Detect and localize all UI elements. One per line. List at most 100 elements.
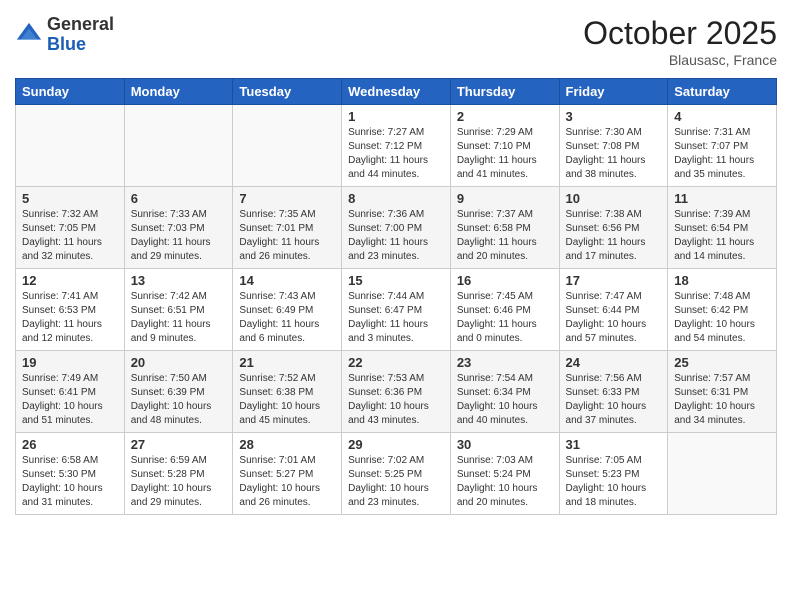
day-number: 4	[674, 109, 770, 124]
day-number: 3	[566, 109, 662, 124]
weekday-header-monday: Monday	[124, 79, 233, 105]
calendar-cell: 15 Sunrise: 7:44 AM Sunset: 6:47 PM Dayli…	[342, 269, 451, 351]
logo: General Blue	[15, 15, 114, 55]
calendar-cell	[16, 105, 125, 187]
day-info: Sunrise: 7:38 AM Sunset: 6:56 PM Dayligh…	[566, 208, 662, 264]
day-number: 13	[131, 273, 227, 288]
day-number: 29	[348, 437, 444, 452]
day-number: 25	[674, 355, 770, 370]
day-info: Sunrise: 6:59 AM Sunset: 5:28 PM Dayligh…	[131, 454, 227, 510]
day-number: 20	[131, 355, 227, 370]
day-number: 18	[674, 273, 770, 288]
calendar-cell: 24 Sunrise: 7:56 AM Sunset: 6:33 PM Dayli…	[559, 351, 668, 433]
calendar-cell	[124, 105, 233, 187]
day-info: Sunrise: 7:35 AM Sunset: 7:01 PM Dayligh…	[239, 208, 335, 264]
day-info: Sunrise: 7:37 AM Sunset: 6:58 PM Dayligh…	[457, 208, 553, 264]
weekday-header-saturday: Saturday	[668, 79, 777, 105]
day-info: Sunrise: 7:47 AM Sunset: 6:44 PM Dayligh…	[566, 290, 662, 346]
calendar-cell: 1 Sunrise: 7:27 AM Sunset: 7:12 PM Daylig…	[342, 105, 451, 187]
day-info: Sunrise: 7:56 AM Sunset: 6:33 PM Dayligh…	[566, 372, 662, 428]
day-info: Sunrise: 7:54 AM Sunset: 6:34 PM Dayligh…	[457, 372, 553, 428]
weekday-header-wednesday: Wednesday	[342, 79, 451, 105]
day-info: Sunrise: 7:02 AM Sunset: 5:25 PM Dayligh…	[348, 454, 444, 510]
calendar-cell: 4 Sunrise: 7:31 AM Sunset: 7:07 PM Daylig…	[668, 105, 777, 187]
calendar-week-row: 12Sunrise: 7:41 AM Sunset: 6:53 PM Dayli…	[16, 269, 777, 351]
calendar-cell: 12Sunrise: 7:41 AM Sunset: 6:53 PM Dayli…	[16, 269, 125, 351]
weekday-header-tuesday: Tuesday	[233, 79, 342, 105]
weekday-header-friday: Friday	[559, 79, 668, 105]
calendar-cell: 20 Sunrise: 7:50 AM Sunset: 6:39 PM Dayli…	[124, 351, 233, 433]
calendar-cell: 11 Sunrise: 7:39 AM Sunset: 6:54 PM Dayli…	[668, 187, 777, 269]
day-number: 2	[457, 109, 553, 124]
logo-icon	[15, 21, 43, 49]
day-info: Sunrise: 7:05 AM Sunset: 5:23 PM Dayligh…	[566, 454, 662, 510]
day-info: Sunrise: 6:58 AM Sunset: 5:30 PM Dayligh…	[22, 454, 118, 510]
day-info: Sunrise: 7:33 AM Sunset: 7:03 PM Dayligh…	[131, 208, 227, 264]
logo-blue-text: Blue	[47, 34, 86, 54]
calendar-cell	[233, 105, 342, 187]
day-number: 28	[239, 437, 335, 452]
calendar-cell: 16 Sunrise: 7:45 AM Sunset: 6:46 PM Dayli…	[450, 269, 559, 351]
day-info: Sunrise: 7:49 AM Sunset: 6:41 PM Dayligh…	[22, 372, 118, 428]
day-number: 21	[239, 355, 335, 370]
day-info: Sunrise: 7:27 AM Sunset: 7:12 PM Dayligh…	[348, 126, 444, 182]
calendar-cell: 5Sunrise: 7:32 AM Sunset: 7:05 PM Daylig…	[16, 187, 125, 269]
day-info: Sunrise: 7:32 AM Sunset: 7:05 PM Dayligh…	[22, 208, 118, 264]
day-info: Sunrise: 7:48 AM Sunset: 6:42 PM Dayligh…	[674, 290, 770, 346]
day-info: Sunrise: 7:03 AM Sunset: 5:24 PM Dayligh…	[457, 454, 553, 510]
day-number: 12	[22, 273, 118, 288]
day-number: 27	[131, 437, 227, 452]
calendar-cell	[668, 433, 777, 515]
calendar-cell: 14Sunrise: 7:43 AM Sunset: 6:49 PM Dayli…	[233, 269, 342, 351]
day-number: 15	[348, 273, 444, 288]
calendar-cell: 30Sunrise: 7:03 AM Sunset: 5:24 PM Dayli…	[450, 433, 559, 515]
day-info: Sunrise: 7:39 AM Sunset: 6:54 PM Dayligh…	[674, 208, 770, 264]
calendar-cell: 25 Sunrise: 7:57 AM Sunset: 6:31 PM Dayli…	[668, 351, 777, 433]
day-number: 19	[22, 355, 118, 370]
calendar-cell: 8Sunrise: 7:36 AM Sunset: 7:00 PM Daylig…	[342, 187, 451, 269]
calendar-cell: 22Sunrise: 7:53 AM Sunset: 6:36 PM Dayli…	[342, 351, 451, 433]
weekday-header-sunday: Sunday	[16, 79, 125, 105]
day-number: 11	[674, 191, 770, 206]
calendar-cell: 3 Sunrise: 7:30 AM Sunset: 7:08 PM Daylig…	[559, 105, 668, 187]
calendar-cell: 29 Sunrise: 7:02 AM Sunset: 5:25 PM Dayli…	[342, 433, 451, 515]
calendar-cell: 21 Sunrise: 7:52 AM Sunset: 6:38 PM Dayli…	[233, 351, 342, 433]
day-number: 31	[566, 437, 662, 452]
day-number: 23	[457, 355, 553, 370]
day-info: Sunrise: 7:30 AM Sunset: 7:08 PM Dayligh…	[566, 126, 662, 182]
calendar-week-row: 19 Sunrise: 7:49 AM Sunset: 6:41 PM Dayli…	[16, 351, 777, 433]
day-number: 24	[566, 355, 662, 370]
calendar-week-row: 1 Sunrise: 7:27 AM Sunset: 7:12 PM Daylig…	[16, 105, 777, 187]
day-info: Sunrise: 7:52 AM Sunset: 6:38 PM Dayligh…	[239, 372, 335, 428]
day-number: 8	[348, 191, 444, 206]
day-info: Sunrise: 7:01 AM Sunset: 5:27 PM Dayligh…	[239, 454, 335, 510]
day-info: Sunrise: 7:50 AM Sunset: 6:39 PM Dayligh…	[131, 372, 227, 428]
day-info: Sunrise: 7:31 AM Sunset: 7:07 PM Dayligh…	[674, 126, 770, 182]
calendar-cell: 27 Sunrise: 6:59 AM Sunset: 5:28 PM Dayli…	[124, 433, 233, 515]
calendar-cell: 18 Sunrise: 7:48 AM Sunset: 6:42 PM Dayli…	[668, 269, 777, 351]
location-text: Blausasc, France	[583, 52, 777, 68]
calendar-week-row: 26Sunrise: 6:58 AM Sunset: 5:30 PM Dayli…	[16, 433, 777, 515]
calendar-cell: 23 Sunrise: 7:54 AM Sunset: 6:34 PM Dayli…	[450, 351, 559, 433]
day-info: Sunrise: 7:42 AM Sunset: 6:51 PM Dayligh…	[131, 290, 227, 346]
day-number: 16	[457, 273, 553, 288]
day-info: Sunrise: 7:45 AM Sunset: 6:46 PM Dayligh…	[457, 290, 553, 346]
calendar-cell: 26Sunrise: 6:58 AM Sunset: 5:30 PM Dayli…	[16, 433, 125, 515]
day-number: 17	[566, 273, 662, 288]
day-info: Sunrise: 7:43 AM Sunset: 6:49 PM Dayligh…	[239, 290, 335, 346]
day-info: Sunrise: 7:44 AM Sunset: 6:47 PM Dayligh…	[348, 290, 444, 346]
logo-general-text: General	[47, 14, 114, 34]
calendar-cell: 31 Sunrise: 7:05 AM Sunset: 5:23 PM Dayli…	[559, 433, 668, 515]
calendar-cell: 28 Sunrise: 7:01 AM Sunset: 5:27 PM Dayli…	[233, 433, 342, 515]
day-number: 1	[348, 109, 444, 124]
weekday-header-thursday: Thursday	[450, 79, 559, 105]
calendar-cell: 6 Sunrise: 7:33 AM Sunset: 7:03 PM Daylig…	[124, 187, 233, 269]
title-block: October 2025 Blausasc, France	[583, 15, 777, 68]
calendar-cell: 13 Sunrise: 7:42 AM Sunset: 6:51 PM Dayli…	[124, 269, 233, 351]
day-number: 22	[348, 355, 444, 370]
day-number: 6	[131, 191, 227, 206]
month-title: October 2025	[583, 15, 777, 52]
page-header: General Blue October 2025 Blausasc, Fran…	[15, 15, 777, 68]
day-info: Sunrise: 7:29 AM Sunset: 7:10 PM Dayligh…	[457, 126, 553, 182]
day-info: Sunrise: 7:57 AM Sunset: 6:31 PM Dayligh…	[674, 372, 770, 428]
